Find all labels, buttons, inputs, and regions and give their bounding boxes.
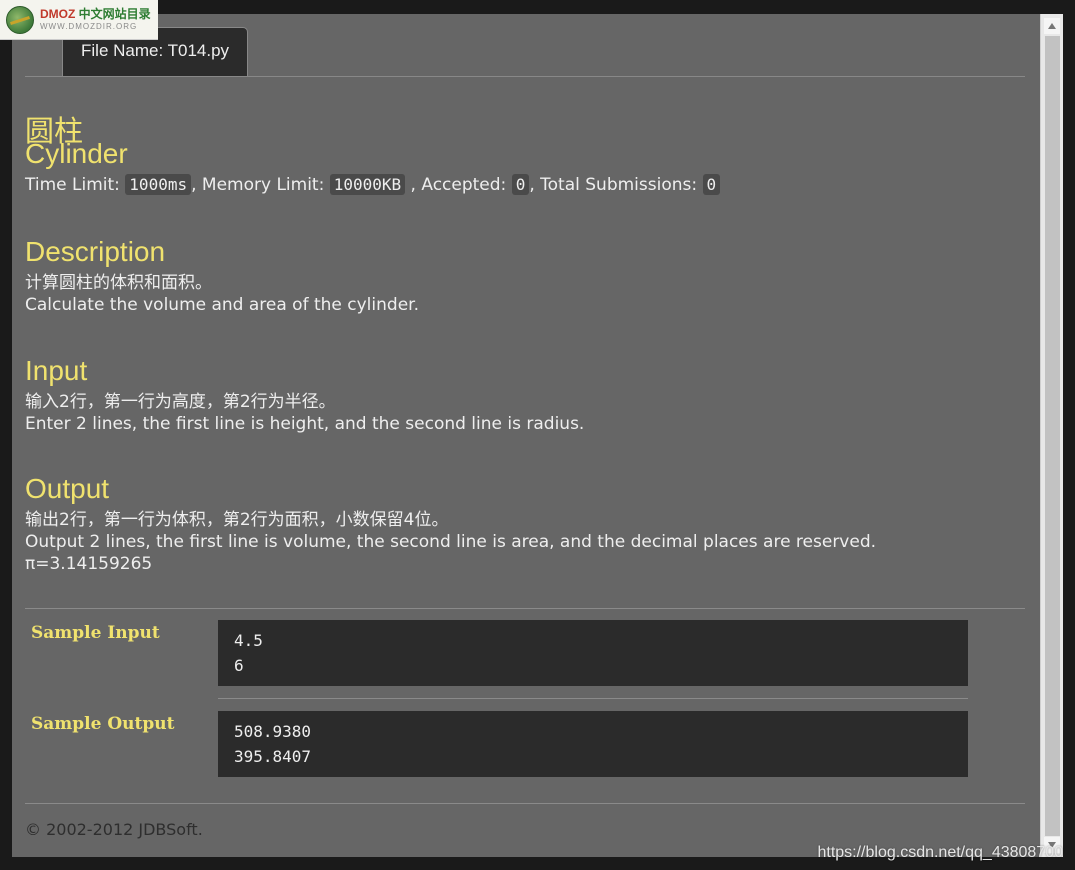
problem-title-en: Cylinder bbox=[25, 138, 128, 169]
tab-bar-divider bbox=[25, 76, 1025, 77]
accepted-label: , Accepted: bbox=[405, 175, 512, 195]
logo-domain: WWW.DMOZDIR.ORG bbox=[40, 22, 138, 31]
footer-divider bbox=[25, 803, 1025, 804]
problem-limits: Time Limit: 1000ms, Memory Limit: 10000K… bbox=[25, 174, 721, 195]
sample-output-line: 508.9380 bbox=[234, 722, 312, 741]
sample-input-line: 4.5 bbox=[234, 631, 263, 650]
memory-limit-label: , Memory Limit: bbox=[191, 175, 330, 195]
sample-input-label: Sample Input bbox=[31, 623, 160, 643]
description-line-cn: 计算圆柱的体积和面积。 bbox=[25, 273, 212, 293]
sample-output-label: Sample Output bbox=[31, 714, 175, 734]
sample-input-box[interactable]: 4.5 6 bbox=[218, 620, 968, 686]
description-heading: Description bbox=[25, 236, 166, 267]
output-line-cn: 输出2行，第一行为体积，第2行为面积，小数保留4位。 bbox=[25, 510, 449, 530]
problem-window: File Name: T014.py 圆柱 Cylinder Time Limi… bbox=[12, 14, 1063, 857]
sample-input-line: 6 bbox=[234, 656, 244, 675]
input-line-en: Enter 2 lines, the first line is height,… bbox=[25, 414, 585, 434]
globe-icon bbox=[6, 5, 34, 34]
input-line-cn: 输入2行，第一行为高度，第2行为半径。 bbox=[25, 392, 336, 412]
submissions-label: , Total Submissions: bbox=[529, 175, 703, 195]
sample-divider bbox=[218, 698, 968, 699]
problem-content: File Name: T014.py 圆柱 Cylinder Time Limi… bbox=[12, 14, 1040, 857]
logo-brand-cn: 中文网站目录 bbox=[78, 7, 151, 21]
memory-limit-value: 10000KB bbox=[329, 174, 406, 195]
description-text: 计算圆柱的体积和面积。 Calculate the volume and are… bbox=[25, 272, 419, 316]
dmoz-logo: DMOZ 中文网站目录 WWW.DMOZDIR.ORG bbox=[0, 0, 158, 40]
accepted-value: 0 bbox=[511, 174, 530, 195]
time-limit-label: Time Limit: bbox=[25, 175, 126, 195]
submissions-value: 0 bbox=[702, 174, 721, 195]
scroll-up-arrow-icon[interactable] bbox=[1044, 18, 1060, 34]
input-text: 输入2行，第一行为高度，第2行为半径。 Enter 2 lines, the f… bbox=[25, 391, 584, 435]
sample-output-line: 395.8407 bbox=[234, 747, 312, 766]
vertical-scrollbar[interactable] bbox=[1040, 14, 1063, 857]
output-heading: Output bbox=[25, 473, 110, 504]
output-line-en: Output 2 lines, the first line is volume… bbox=[25, 532, 877, 552]
output-line-pi: π=3.14159265 bbox=[25, 554, 153, 574]
output-text: 输出2行，第一行为体积，第2行为面积，小数保留4位。 Output 2 line… bbox=[25, 509, 876, 575]
sample-output-box[interactable]: 508.9380 395.8407 bbox=[218, 711, 968, 777]
input-heading: Input bbox=[25, 355, 88, 386]
logo-brand: DMOZ bbox=[40, 7, 76, 21]
footer-copyright: © 2002-2012 JDBSoft. bbox=[25, 820, 203, 839]
section-divider bbox=[25, 608, 1025, 609]
description-line-en: Calculate the volume and area of the cyl… bbox=[25, 295, 419, 315]
csdn-watermark: https://blog.csdn.net/qq_43808700 bbox=[817, 844, 1063, 861]
scrollbar-thumb[interactable] bbox=[1045, 36, 1060, 836]
time-limit-value: 1000ms bbox=[125, 174, 192, 195]
